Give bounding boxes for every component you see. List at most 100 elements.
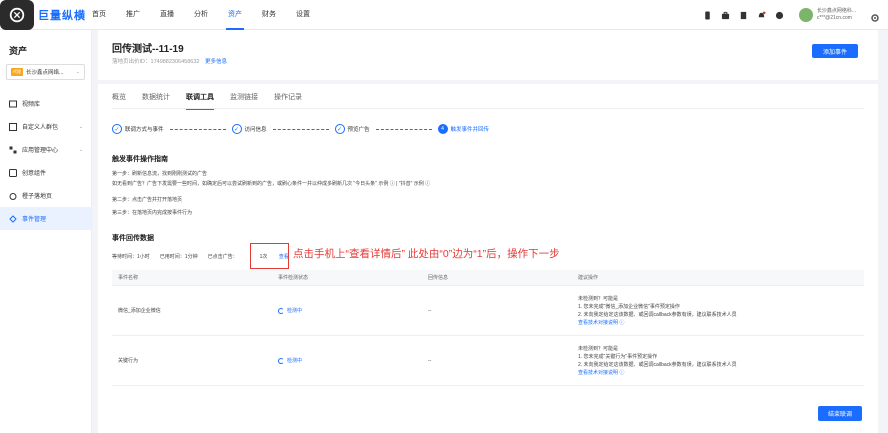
- highlight-box: [250, 243, 289, 269]
- step-4: 4 触发事件并回传: [437, 124, 490, 134]
- video-icon: [9, 100, 17, 108]
- status-text: 检测中: [287, 358, 303, 364]
- step-3: ✓ 预览广告: [334, 124, 438, 134]
- sidebar-item-label: 视频库: [22, 102, 41, 108]
- sugg-line: 2. 未向我定给定这该数据、或回调callback参数有误，建议联系技术人员: [578, 311, 737, 318]
- nav-live[interactable]: 直播: [160, 0, 174, 30]
- help-icon[interactable]: [775, 10, 785, 20]
- guide-step-3: 第三步：在落地页内完成按事件行为: [112, 210, 193, 216]
- tab-divider: [112, 108, 864, 109]
- guide-step-1-hint: 如无看到广告？广告下发需要一些时间，如确定后可以尝试刷新到的广告，或刷心条件一并…: [112, 181, 431, 187]
- sidebar-item-label: 应用管理中心: [22, 148, 59, 154]
- tab-operation-log[interactable]: 操作记录: [274, 92, 302, 106]
- step-1: ✓ 联调方式与事件: [112, 124, 232, 134]
- step-label: 访问信息: [244, 127, 267, 133]
- nav-settings[interactable]: 设置: [296, 0, 310, 30]
- event-data-title: 事件回传数据: [112, 235, 154, 242]
- sidebar-item-label: 橙子落地页: [22, 194, 53, 200]
- nav-promote[interactable]: 推广: [126, 0, 140, 30]
- loading-icon: [278, 307, 284, 314]
- nav-assets[interactable]: 资产: [226, 0, 244, 30]
- bell-icon[interactable]: [757, 10, 767, 20]
- table-header: 事件名称 事件检测状态 回传信息 建议操作: [112, 270, 864, 286]
- finish-debug-button[interactable]: 结束联调: [818, 406, 862, 421]
- logo[interactable]: 巨量纵横: [0, 0, 92, 30]
- tech-doc-link[interactable]: 查看技术对接说明 ⓘ: [578, 319, 624, 327]
- sidebar-item-label: 自定义人群包: [22, 125, 59, 131]
- header-info: 回传信息: [428, 275, 449, 281]
- guide-step-2: 第二步：点击广告并打开落地页: [112, 197, 183, 203]
- sugg-line: 未检测到？可能是: [578, 295, 619, 302]
- step-2: ✓ 访问信息: [231, 124, 335, 134]
- gear-icon[interactable]: [870, 10, 880, 22]
- nav-home[interactable]: 首页: [92, 0, 106, 30]
- event-status: 检测中: [272, 286, 422, 335]
- user-name: 长沙鑫点网络科...: [816, 8, 856, 14]
- avatar: [798, 8, 813, 22]
- component-icon: [9, 168, 17, 177]
- event-suggestion: 未检测到？可能是 1. 您未完成"关键行为"事件预定操作 2. 未向我定给定这该…: [572, 336, 864, 385]
- guide-title: 触发事件操作指南: [112, 156, 168, 163]
- user-menu[interactable]: 长沙鑫点网络科... c***@21cn.com: [798, 8, 856, 22]
- sidebar-item-label: 创意组件: [22, 171, 47, 177]
- sidebar-item-landing-page[interactable]: 橙子落地页: [0, 184, 91, 207]
- tab-tracking-links[interactable]: 监测链接: [230, 92, 258, 106]
- nav-finance[interactable]: 财务: [262, 0, 276, 30]
- app-icon: [0, 0, 34, 30]
- event-suggestion: 未检测到？可能是 1. 您未完成"微信_添加企业微信"事件预定操作 2. 未向我…: [572, 286, 864, 335]
- meta-label: 落地页出价ID：: [112, 59, 151, 65]
- users-icon: [9, 122, 17, 131]
- tabs: 概览 数据统计 联调工具 监测链接 操作记录: [112, 92, 318, 110]
- step-connector: [169, 128, 226, 130]
- step-label: 联调方式与事件: [125, 127, 164, 133]
- steps: ✓ 联调方式与事件 ✓ 访问信息 ✓ 预览广告 4 触发事件并回传: [112, 122, 552, 136]
- check-icon: ✓: [112, 124, 122, 134]
- briefcase-icon[interactable]: [721, 10, 731, 20]
- sugg-line: 1. 您未完成"微信_添加企业微信"事件预定操作: [578, 303, 680, 310]
- guide-step-1: 第一步：刷新信息流，找到刚刚测试的广告: [112, 171, 208, 177]
- logo-text: 巨量纵横: [38, 9, 86, 22]
- step-connector: [375, 128, 432, 130]
- sidebar-item-creative-components[interactable]: 创意组件: [0, 161, 91, 184]
- step-label: 触发事件并回传: [450, 127, 490, 133]
- account-tag: 代理: [11, 68, 23, 76]
- document-icon[interactable]: [739, 10, 749, 20]
- main-card: 概览 数据统计 联调工具 监测链接 操作记录 ✓ 联调方式与事件 ✓ 访问信息 …: [98, 84, 878, 433]
- step-number: 4: [437, 124, 448, 134]
- chevron-down-icon: ⌄: [78, 146, 83, 153]
- account-selector[interactable]: 代理 长沙鑫点网络... ⌄: [6, 64, 85, 80]
- event-name: 微信_添加企业微信: [118, 308, 161, 314]
- nav-analysis[interactable]: 分析: [194, 0, 208, 30]
- event-status: 检测中: [272, 336, 422, 385]
- tab-debug-tool[interactable]: 联调工具: [186, 92, 214, 110]
- add-event-button[interactable]: 添加事件: [812, 44, 858, 58]
- sidebar-item-app-center[interactable]: 应用管理中心 ⌄: [0, 138, 91, 161]
- header-status: 事件检测状态: [278, 275, 309, 281]
- app-icon: [9, 146, 17, 154]
- chevron-down-icon: ⌄: [75, 69, 80, 75]
- tab-overview[interactable]: 概览: [112, 92, 126, 106]
- sidebar-item-video-library[interactable]: 视频库: [0, 92, 91, 115]
- event-info: --: [428, 357, 432, 364]
- tech-doc-link[interactable]: 查看技术对接说明 ⓘ: [578, 369, 624, 377]
- header-card: 回传测试--11-19 落地页出价ID：1749882306458632 更多信…: [98, 30, 878, 80]
- orange-icon: [9, 192, 17, 200]
- main-nav: 首页 推广 直播 分析 资产 财务 设置: [92, 0, 330, 30]
- phone-icon[interactable]: [703, 10, 713, 20]
- header-suggestion: 建议操作: [578, 275, 599, 281]
- meta-id: 1749882306458632: [150, 59, 200, 65]
- event-info: --: [428, 307, 432, 314]
- sugg-line: 2. 未向我定给定这该数据、或回调callback参数有误，建议联系技术人员: [578, 361, 737, 368]
- sidebar-item-event-management[interactable]: 事件管理: [0, 207, 91, 230]
- clicked-label: 已点击广告：: [207, 254, 238, 260]
- sugg-line: 1. 您未完成"关键行为"事件预定操作: [578, 353, 658, 360]
- step-label: 预览广告: [347, 127, 370, 133]
- more-info-link[interactable]: 更多信息: [205, 59, 227, 65]
- sidebar-item-label: 事件管理: [22, 217, 47, 223]
- sidebar-item-custom-audience[interactable]: 自定义人群包 ⌄: [0, 115, 91, 138]
- tab-statistics[interactable]: 数据统计: [142, 92, 170, 106]
- table-row: 关键行为 检测中 -- 未检测到？可能是 1. 您未完成"关键行为"事件预定操作…: [112, 336, 864, 386]
- top-right-tools: 长沙鑫点网络科... c***@21cn.com: [695, 0, 880, 30]
- top-bar: 巨量纵横 首页 推广 直播 分析 资产 财务 设置 长沙鑫点网络科... c**…: [0, 0, 888, 30]
- event-name: 关键行为: [118, 358, 139, 364]
